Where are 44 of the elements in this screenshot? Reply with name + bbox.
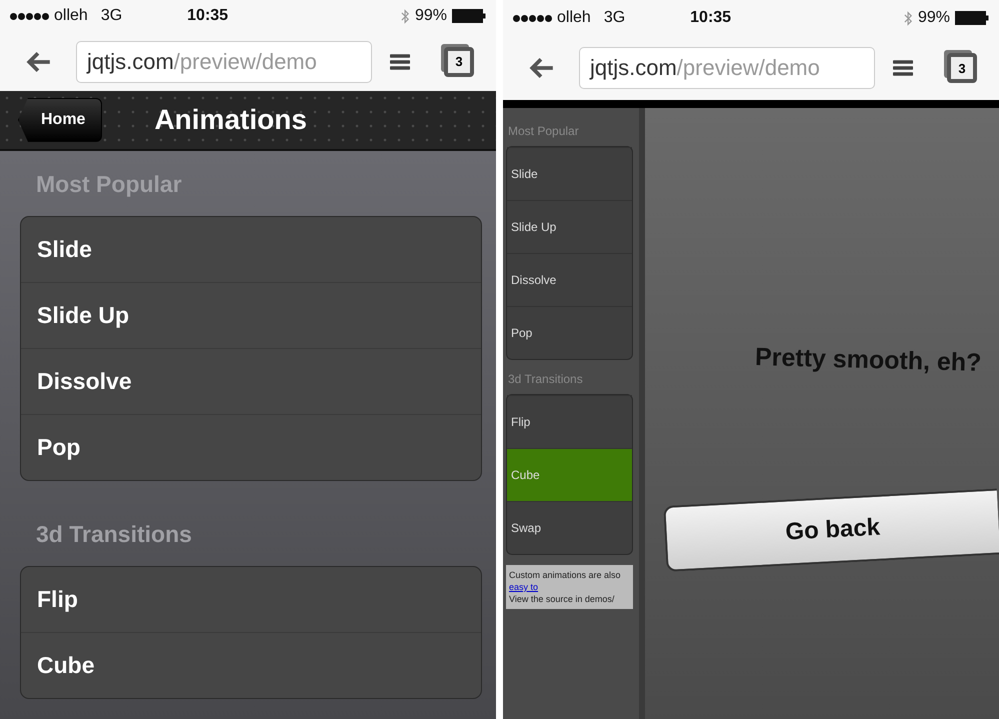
network-type: 3G bbox=[604, 9, 626, 27]
list-item[interactable]: Cube bbox=[507, 448, 632, 501]
back-arrow-icon[interactable] bbox=[26, 50, 52, 73]
list-item[interactable]: Dissolve bbox=[21, 348, 481, 414]
bluetooth-icon bbox=[400, 8, 410, 24]
section-heading: 3d Transitions bbox=[507, 371, 584, 388]
back-arrow-icon[interactable] bbox=[529, 57, 555, 79]
list-item[interactable]: Slide bbox=[21, 216, 481, 282]
network-type: 3G bbox=[100, 7, 122, 26]
section-heading: Most Popular bbox=[35, 170, 183, 199]
carrier-name: olleh bbox=[54, 7, 88, 26]
menu-icon[interactable] bbox=[893, 59, 913, 77]
list-item[interactable]: Flip bbox=[21, 566, 481, 632]
carrier-name: olleh bbox=[557, 9, 591, 27]
list-item[interactable]: Slide bbox=[507, 147, 632, 200]
clock-time: 10:35 bbox=[187, 7, 228, 26]
message-text: Pretty smooth, eh? bbox=[754, 343, 982, 378]
section-heading: 3d Transitions bbox=[35, 520, 193, 549]
section-heading: Most Popular bbox=[507, 123, 580, 140]
bluetooth-icon bbox=[904, 10, 913, 26]
go-back-button[interactable]: Go back bbox=[663, 488, 999, 572]
menu-icon[interactable] bbox=[390, 52, 410, 71]
list-item[interactable]: Pop bbox=[507, 306, 632, 359]
page-title: Animations bbox=[154, 104, 307, 136]
battery-icon bbox=[452, 9, 486, 24]
address-field[interactable]: jqtjs.com/preview/demo bbox=[76, 40, 372, 83]
battery-percent: 99% bbox=[918, 9, 950, 27]
list-item[interactable]: Pop bbox=[21, 414, 481, 480]
battery-icon bbox=[955, 11, 989, 25]
list-item[interactable]: Slide Up bbox=[507, 200, 632, 253]
text-link[interactable]: easy to bbox=[509, 582, 538, 592]
signal-dots-icon bbox=[513, 14, 552, 22]
signal-dots-icon bbox=[10, 12, 49, 20]
clock-time: 10:35 bbox=[690, 9, 732, 27]
tabs-button[interactable]: 3 bbox=[444, 46, 474, 77]
address-field[interactable]: jqtjs.com/preview/demo bbox=[579, 47, 875, 89]
footer-note: Custom animations are also easy to View the source in demos/ bbox=[506, 565, 633, 609]
list-item[interactable]: Cube bbox=[21, 632, 481, 698]
home-button[interactable]: Home bbox=[18, 98, 102, 142]
battery-percent: 99% bbox=[414, 7, 447, 26]
tabs-button[interactable]: 3 bbox=[947, 53, 977, 83]
list-item[interactable]: Swap bbox=[507, 501, 632, 554]
list-item[interactable]: Slide Up bbox=[21, 282, 481, 348]
list-item[interactable]: Dissolve bbox=[507, 253, 632, 306]
